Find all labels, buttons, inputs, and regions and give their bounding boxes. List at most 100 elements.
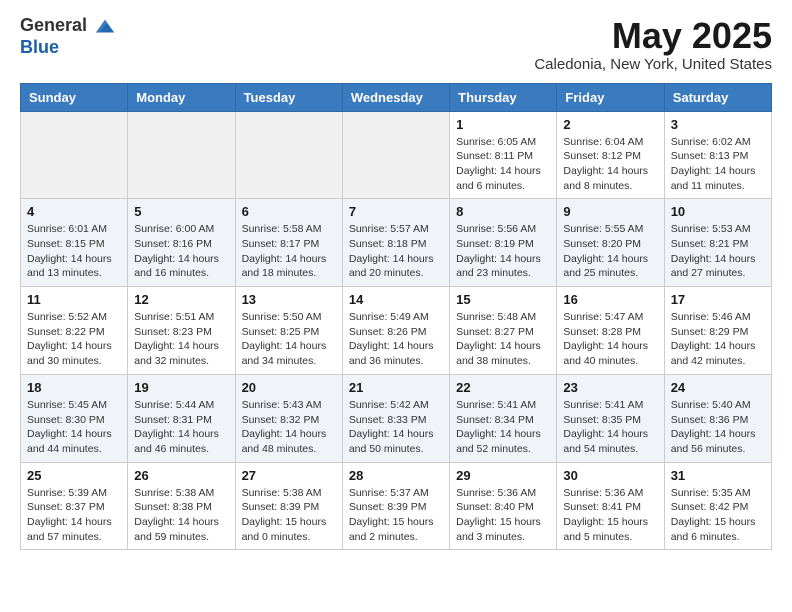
calendar-week-5: 25 Sunrise: 5:39 AM Sunset: 8:37 PM Dayli… <box>21 462 772 550</box>
day-info: Sunrise: 5:52 AM Sunset: 8:22 PM Dayligh… <box>27 310 121 369</box>
day-info: Sunrise: 5:38 AM Sunset: 8:39 PM Dayligh… <box>242 486 336 545</box>
header-friday: Friday <box>557 83 664 111</box>
day-number: 1 <box>456 117 550 132</box>
day-info: Sunrise: 6:00 AM Sunset: 8:16 PM Dayligh… <box>134 222 228 281</box>
day-number: 20 <box>242 380 336 395</box>
day-info: Sunrise: 6:01 AM Sunset: 8:15 PM Dayligh… <box>27 222 121 281</box>
day-info: Sunrise: 5:43 AM Sunset: 8:32 PM Dayligh… <box>242 398 336 457</box>
calendar-cell: 9Sunrise: 5:55 AM Sunset: 8:20 PM Daylig… <box>557 199 664 287</box>
day-info: Sunrise: 5:48 AM Sunset: 8:27 PM Dayligh… <box>456 310 550 369</box>
day-number: 22 <box>456 380 550 395</box>
day-info: Sunrise: 5:46 AM Sunset: 8:29 PM Dayligh… <box>671 310 765 369</box>
day-number: 6 <box>242 204 336 219</box>
calendar-table: Sunday Monday Tuesday Wednesday Thursday… <box>20 83 772 551</box>
day-number: 2 <box>563 117 657 132</box>
logo-icon <box>94 16 116 38</box>
day-number: 10 <box>671 204 765 219</box>
calendar-cell: 26 Sunrise: 5:38 AM Sunset: 8:38 PM Dayli… <box>128 462 235 550</box>
day-number: 28 <box>349 468 443 483</box>
day-info: Sunrise: 5:55 AM Sunset: 8:20 PM Dayligh… <box>563 222 657 281</box>
calendar-cell: 15 Sunrise: 5:48 AM Sunset: 8:27 PM Dayli… <box>450 287 557 375</box>
calendar-week-2: 4 Sunrise: 6:01 AM Sunset: 8:15 PM Daylig… <box>21 199 772 287</box>
day-number: 24 <box>671 380 765 395</box>
day-info: Sunrise: 5:53 AM Sunset: 8:21 PM Dayligh… <box>671 222 765 281</box>
day-number: 18 <box>27 380 121 395</box>
calendar-cell: 17 Sunrise: 5:46 AM Sunset: 8:29 PM Dayli… <box>664 287 771 375</box>
calendar-cell <box>342 111 449 199</box>
calendar-cell: 21 Sunrise: 5:42 AM Sunset: 8:33 PM Dayli… <box>342 374 449 462</box>
calendar-cell: 2Sunrise: 6:04 AM Sunset: 8:12 PM Daylig… <box>557 111 664 199</box>
day-info: Sunrise: 5:38 AM Sunset: 8:38 PM Dayligh… <box>134 486 228 545</box>
calendar-cell: 8 Sunrise: 5:56 AM Sunset: 8:19 PM Daylig… <box>450 199 557 287</box>
day-number: 5 <box>134 204 228 219</box>
day-number: 8 <box>456 204 550 219</box>
day-info: Sunrise: 5:40 AM Sunset: 8:36 PM Dayligh… <box>671 398 765 457</box>
calendar-cell: 3 Sunrise: 6:02 AM Sunset: 8:13 PM Daylig… <box>664 111 771 199</box>
day-number: 12 <box>134 292 228 307</box>
day-number: 17 <box>671 292 765 307</box>
day-number: 4 <box>27 204 121 219</box>
day-number: 15 <box>456 292 550 307</box>
day-info: Sunrise: 5:50 AM Sunset: 8:25 PM Dayligh… <box>242 310 336 369</box>
calendar-cell: 30 Sunrise: 5:36 AM Sunset: 8:41 PM Dayli… <box>557 462 664 550</box>
page-container: General Blue May 2025 Caledonia, New Yor… <box>20 16 772 550</box>
day-number: 23 <box>563 380 657 395</box>
calendar-cell: 29Sunrise: 5:36 AM Sunset: 8:40 PM Dayli… <box>450 462 557 550</box>
day-number: 7 <box>349 204 443 219</box>
calendar-cell: 22Sunrise: 5:41 AM Sunset: 8:34 PM Dayli… <box>450 374 557 462</box>
logo-blue: Blue <box>20 37 59 57</box>
calendar-subtitle: Caledonia, New York, United States <box>534 56 772 73</box>
header-monday: Monday <box>128 83 235 111</box>
header-thursday: Thursday <box>450 83 557 111</box>
day-number: 3 <box>671 117 765 132</box>
day-info: Sunrise: 5:35 AM Sunset: 8:42 PM Dayligh… <box>671 486 765 545</box>
day-info: Sunrise: 5:57 AM Sunset: 8:18 PM Dayligh… <box>349 222 443 281</box>
calendar-cell: 5 Sunrise: 6:00 AM Sunset: 8:16 PM Daylig… <box>128 199 235 287</box>
day-info: Sunrise: 6:02 AM Sunset: 8:13 PM Dayligh… <box>671 135 765 194</box>
day-info: Sunrise: 5:42 AM Sunset: 8:33 PM Dayligh… <box>349 398 443 457</box>
day-info: Sunrise: 5:36 AM Sunset: 8:41 PM Dayligh… <box>563 486 657 545</box>
day-info: Sunrise: 5:49 AM Sunset: 8:26 PM Dayligh… <box>349 310 443 369</box>
day-info: Sunrise: 5:36 AM Sunset: 8:40 PM Dayligh… <box>456 486 550 545</box>
day-number: 13 <box>242 292 336 307</box>
calendar-week-4: 18Sunrise: 5:45 AM Sunset: 8:30 PM Dayli… <box>21 374 772 462</box>
calendar-week-3: 11 Sunrise: 5:52 AM Sunset: 8:22 PM Dayli… <box>21 287 772 375</box>
day-number: 31 <box>671 468 765 483</box>
day-info: Sunrise: 5:58 AM Sunset: 8:17 PM Dayligh… <box>242 222 336 281</box>
day-info: Sunrise: 5:51 AM Sunset: 8:23 PM Dayligh… <box>134 310 228 369</box>
day-info: Sunrise: 5:39 AM Sunset: 8:37 PM Dayligh… <box>27 486 121 545</box>
calendar-cell <box>235 111 342 199</box>
day-number: 11 <box>27 292 121 307</box>
calendar-cell <box>21 111 128 199</box>
calendar-cell: 11 Sunrise: 5:52 AM Sunset: 8:22 PM Dayli… <box>21 287 128 375</box>
calendar-cell: 24 Sunrise: 5:40 AM Sunset: 8:36 PM Dayli… <box>664 374 771 462</box>
calendar-cell: 4 Sunrise: 6:01 AM Sunset: 8:15 PM Daylig… <box>21 199 128 287</box>
calendar-cell <box>128 111 235 199</box>
header-saturday: Saturday <box>664 83 771 111</box>
calendar-cell: 6 Sunrise: 5:58 AM Sunset: 8:17 PM Daylig… <box>235 199 342 287</box>
calendar-cell: 14Sunrise: 5:49 AM Sunset: 8:26 PM Dayli… <box>342 287 449 375</box>
day-number: 21 <box>349 380 443 395</box>
logo-general: General <box>20 15 87 35</box>
header-sunday: Sunday <box>21 83 128 111</box>
calendar-cell: 16Sunrise: 5:47 AM Sunset: 8:28 PM Dayli… <box>557 287 664 375</box>
logo: General Blue <box>20 16 116 58</box>
calendar-cell: 25 Sunrise: 5:39 AM Sunset: 8:37 PM Dayli… <box>21 462 128 550</box>
day-number: 19 <box>134 380 228 395</box>
day-info: Sunrise: 5:56 AM Sunset: 8:19 PM Dayligh… <box>456 222 550 281</box>
calendar-cell: 31 Sunrise: 5:35 AM Sunset: 8:42 PM Dayli… <box>664 462 771 550</box>
day-info: Sunrise: 5:47 AM Sunset: 8:28 PM Dayligh… <box>563 310 657 369</box>
calendar-title: May 2025 <box>534 16 772 56</box>
title-block: May 2025 Caledonia, New York, United Sta… <box>534 16 772 73</box>
day-number: 30 <box>563 468 657 483</box>
page-header: General Blue May 2025 Caledonia, New Yor… <box>20 16 772 73</box>
calendar-cell: 13 Sunrise: 5:50 AM Sunset: 8:25 PM Dayli… <box>235 287 342 375</box>
calendar-cell: 18Sunrise: 5:45 AM Sunset: 8:30 PM Dayli… <box>21 374 128 462</box>
header-wednesday: Wednesday <box>342 83 449 111</box>
calendar-cell: 28Sunrise: 5:37 AM Sunset: 8:39 PM Dayli… <box>342 462 449 550</box>
day-info: Sunrise: 5:41 AM Sunset: 8:35 PM Dayligh… <box>563 398 657 457</box>
day-info: Sunrise: 5:44 AM Sunset: 8:31 PM Dayligh… <box>134 398 228 457</box>
day-number: 25 <box>27 468 121 483</box>
day-number: 26 <box>134 468 228 483</box>
calendar-cell: 19 Sunrise: 5:44 AM Sunset: 8:31 PM Dayli… <box>128 374 235 462</box>
